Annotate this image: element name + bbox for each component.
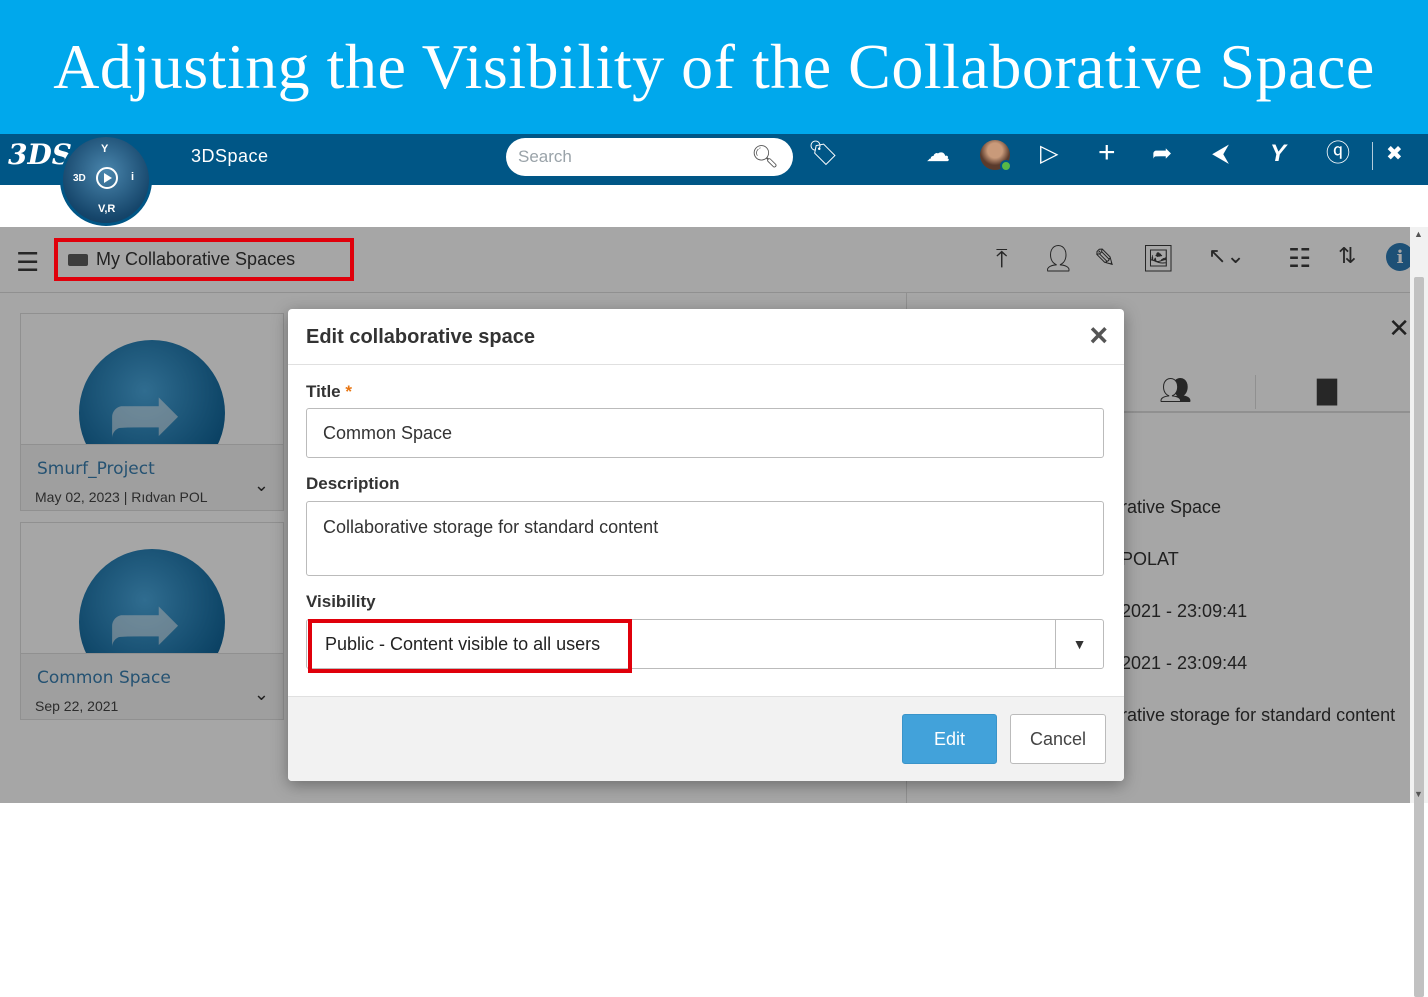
title-label: Title * xyxy=(306,382,352,401)
compass-widget[interactable]: Y 3D i V,R xyxy=(60,134,152,226)
description-label: Description xyxy=(306,474,400,493)
fullscreen-icon[interactable]: ✖ xyxy=(1386,144,1403,164)
dialog-header: Edit collaborative space × xyxy=(288,309,1124,365)
close-icon[interactable]: × xyxy=(1089,319,1108,351)
toolbar-divider xyxy=(1372,142,1373,170)
cancel-button[interactable]: Cancel xyxy=(1010,714,1106,764)
slide-title-banner: Adjusting the Visibility of the Collabor… xyxy=(0,0,1428,134)
page-scrollbar[interactable]: ▲ ▼ xyxy=(1410,227,1428,997)
search-icon[interactable]: 🔍︎ xyxy=(751,144,779,170)
scroll-up-icon[interactable]: ▲ xyxy=(1414,229,1423,239)
slide-title: Adjusting the Visibility of the Collabor… xyxy=(53,31,1375,102)
required-mark: * xyxy=(345,382,352,401)
chat-icon[interactable]: ▷ xyxy=(1040,142,1058,166)
compass-left-quadrant[interactable]: 3D xyxy=(73,173,86,184)
search-input[interactable] xyxy=(518,145,748,169)
cloud-icon[interactable]: ☁︎ xyxy=(926,142,950,166)
description-field[interactable]: Collaborative storage for standard conte… xyxy=(306,501,1104,576)
compass-bottom-quadrant[interactable]: V,R xyxy=(98,203,115,215)
dialog-footer: Edit Cancel xyxy=(288,696,1124,781)
edit-button[interactable]: Edit xyxy=(902,714,997,764)
edit-space-dialog: Edit collaborative space × Title * Commo… xyxy=(288,309,1124,781)
social-share-icon[interactable]: ⮜ xyxy=(1212,142,1229,166)
help-icon[interactable]: ⓠ xyxy=(1326,142,1350,166)
scrollbar-thumb[interactable] xyxy=(1414,277,1424,997)
play-icon[interactable] xyxy=(96,167,118,189)
compass-top-quadrant[interactable]: Y xyxy=(101,143,108,155)
online-status-icon xyxy=(1000,160,1012,172)
avatar[interactable] xyxy=(980,140,1012,172)
dialog-title: Edit collaborative space xyxy=(306,326,535,348)
breadcrumb[interactable]: My Collaborative Spaces xyxy=(54,238,354,281)
breadcrumb-label: My Collaborative Spaces xyxy=(96,249,296,269)
share-icon[interactable]: ➦ xyxy=(1152,142,1172,166)
plus-icon[interactable]: + xyxy=(1098,138,1116,168)
app-name: 3DSpace xyxy=(191,146,269,166)
title-field[interactable]: Common Space xyxy=(306,408,1104,458)
community-icon[interactable]: Y xyxy=(1270,142,1286,166)
app-top-bar: 3DS 3DSpace 🔍︎ 🏷︎ ☁︎ ▷ + ➦ ⮜ Y ⓠ ✖ xyxy=(0,134,1428,185)
visibility-select[interactable]: Public - Content visible to all users ▼ xyxy=(306,619,1104,673)
tag-icon[interactable]: 🏷︎ xyxy=(808,142,838,166)
drive-icon xyxy=(68,253,88,266)
visibility-label: Visibility xyxy=(306,592,376,611)
search-box[interactable]: 🔍︎ xyxy=(506,138,793,176)
visibility-value: Public - Content visible to all users xyxy=(325,634,601,654)
compass-right-quadrant[interactable]: i xyxy=(131,171,134,183)
scroll-down-icon[interactable]: ▼ xyxy=(1414,789,1423,799)
dropdown-arrow-icon[interactable]: ▼ xyxy=(1055,620,1103,668)
